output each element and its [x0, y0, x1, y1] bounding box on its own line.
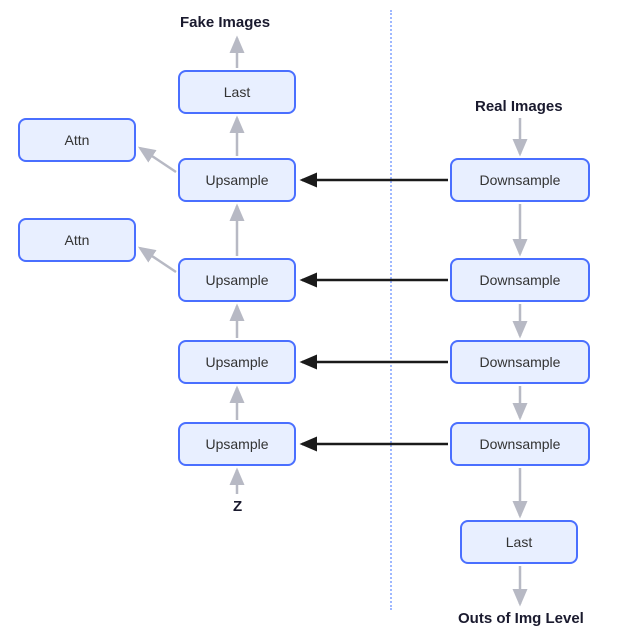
- block-label: Last: [224, 84, 250, 100]
- arrow-up2-to-attn2: [140, 248, 176, 272]
- generator-last-block: Last: [178, 70, 296, 114]
- discriminator-downsample-4: Downsample: [450, 422, 590, 466]
- block-label: Upsample: [205, 172, 268, 188]
- attn-block-2: Attn: [18, 218, 136, 262]
- z-input-label: Z: [233, 498, 242, 515]
- generator-upsample-2: Upsample: [178, 258, 296, 302]
- generator-upsample-3: Upsample: [178, 340, 296, 384]
- generator-upsample-4: Upsample: [178, 422, 296, 466]
- real-images-label: Real Images: [475, 98, 563, 115]
- block-label: Attn: [65, 232, 90, 248]
- attn-block-1: Attn: [18, 118, 136, 162]
- block-label: Downsample: [480, 354, 561, 370]
- fake-images-label: Fake Images: [180, 14, 270, 31]
- block-label: Upsample: [205, 436, 268, 452]
- block-label: Upsample: [205, 272, 268, 288]
- discriminator-downsample-1: Downsample: [450, 158, 590, 202]
- block-label: Downsample: [480, 172, 561, 188]
- block-label: Upsample: [205, 354, 268, 370]
- block-label: Downsample: [480, 272, 561, 288]
- out-img-level-label: Outs of Img Level: [458, 610, 584, 627]
- discriminator-downsample-3: Downsample: [450, 340, 590, 384]
- column-divider: [390, 10, 392, 610]
- block-label: Last: [506, 534, 532, 550]
- generator-upsample-1: Upsample: [178, 158, 296, 202]
- block-label: Downsample: [480, 436, 561, 452]
- discriminator-downsample-2: Downsample: [450, 258, 590, 302]
- discriminator-last-block: Last: [460, 520, 578, 564]
- block-label: Attn: [65, 132, 90, 148]
- arrow-up1-to-attn1: [140, 148, 176, 172]
